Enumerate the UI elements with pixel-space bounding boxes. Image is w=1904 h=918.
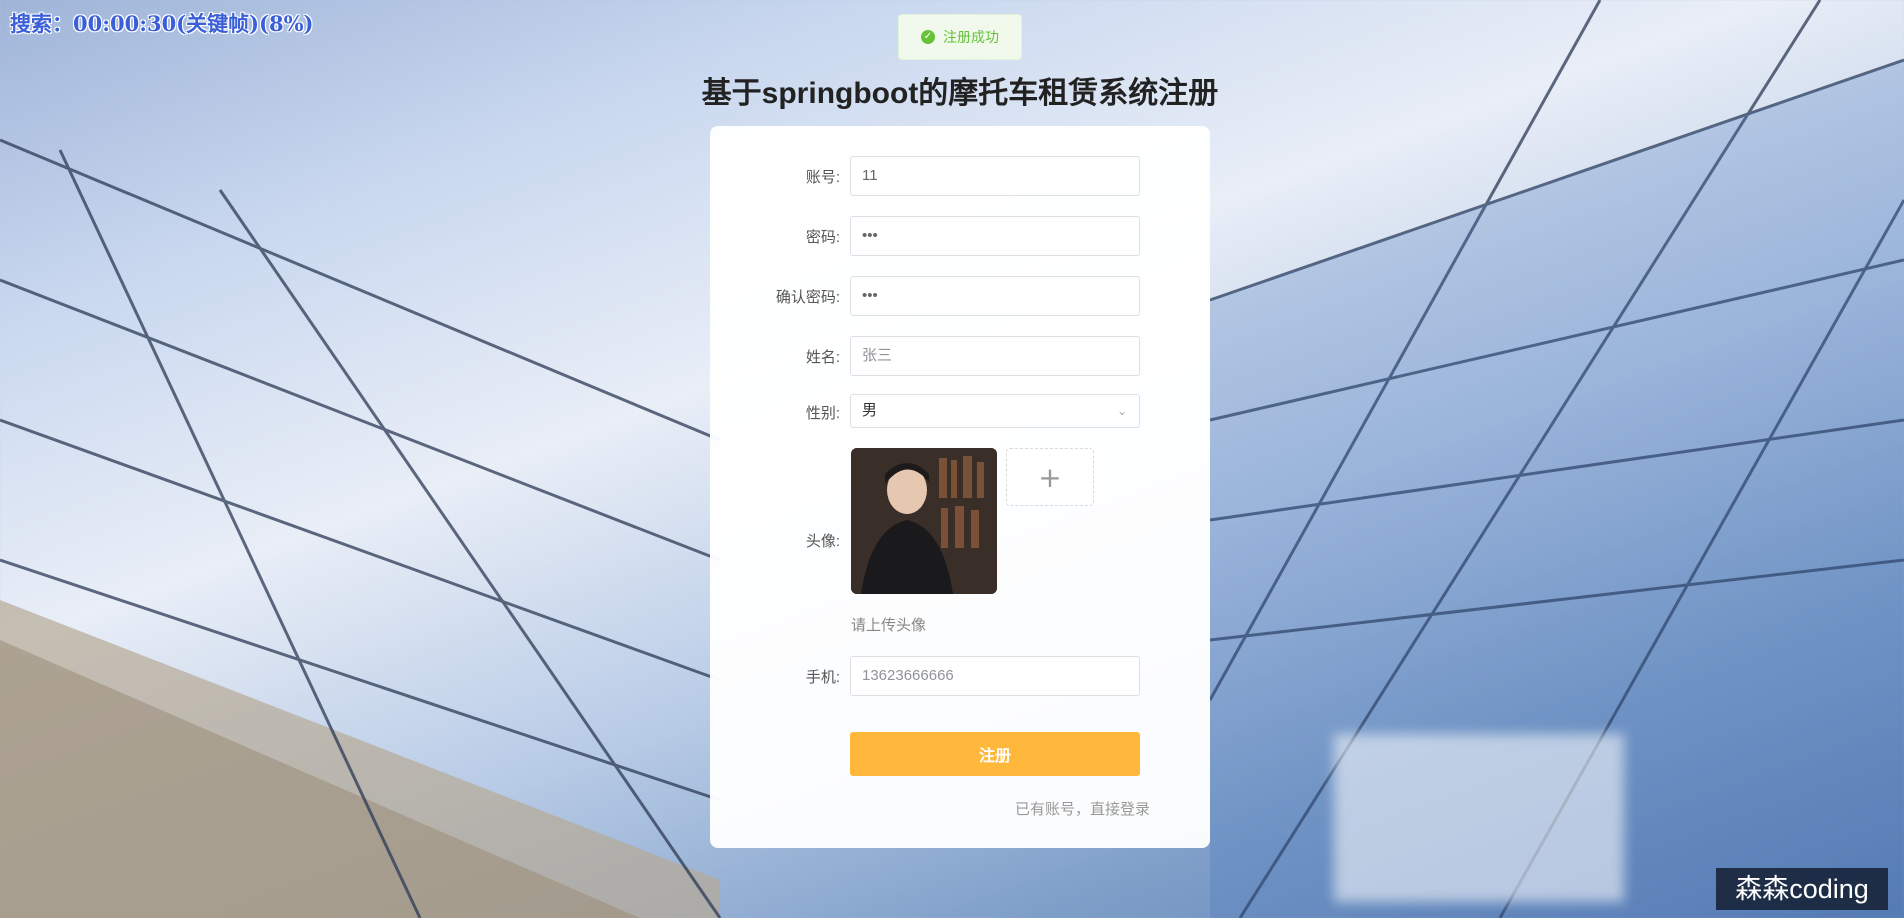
gender-label: 性别: (805, 405, 840, 422)
gender-value: 男 (862, 402, 878, 419)
name-label: 姓名: (805, 349, 840, 366)
name-input[interactable]: 张三 (850, 336, 1140, 376)
channel-watermark: 森森coding (1716, 868, 1888, 910)
video-timer-overlay: 搜索：00:00:30(关键帧)(8%) (10, 11, 314, 36)
phone-input[interactable]: 13623666666 (850, 656, 1140, 696)
avatar-hint: 请上传头像 (851, 617, 927, 634)
register-card: 账号: 11 密码: ••• 确认密码: ••• 姓名: 张三 性别: 男 ⌄ … (710, 126, 1210, 848)
plus-icon: + (1038, 460, 1062, 494)
confirm-password-label: 确认密码: (775, 289, 840, 306)
check-circle-icon: ✓ (921, 30, 935, 44)
page-title: 基于springboot的摩托车租赁系统注册 (701, 77, 1219, 110)
phone-label: 手机: (805, 669, 840, 686)
avatar-label: 头像: (805, 533, 840, 550)
toast-text: 注册成功 (943, 30, 999, 46)
account-input[interactable]: 11 (850, 156, 1140, 196)
success-toast: ✓ 注册成功 (898, 14, 1022, 60)
confirm-password-input[interactable]: ••• (850, 276, 1140, 316)
password-input[interactable]: ••• (850, 216, 1140, 256)
account-label: 账号: (805, 169, 840, 186)
avatar-upload-button[interactable]: + (1006, 448, 1094, 506)
register-button[interactable]: 注册 (850, 732, 1140, 776)
chevron-down-icon: ⌄ (1116, 404, 1127, 418)
login-link[interactable]: 已有账号，直接登录 (1015, 798, 1150, 819)
password-label: 密码: (805, 229, 840, 246)
gender-select[interactable]: 男 ⌄ (850, 394, 1140, 428)
avatar-image[interactable] (851, 448, 997, 594)
blurred-region (1334, 734, 1624, 902)
